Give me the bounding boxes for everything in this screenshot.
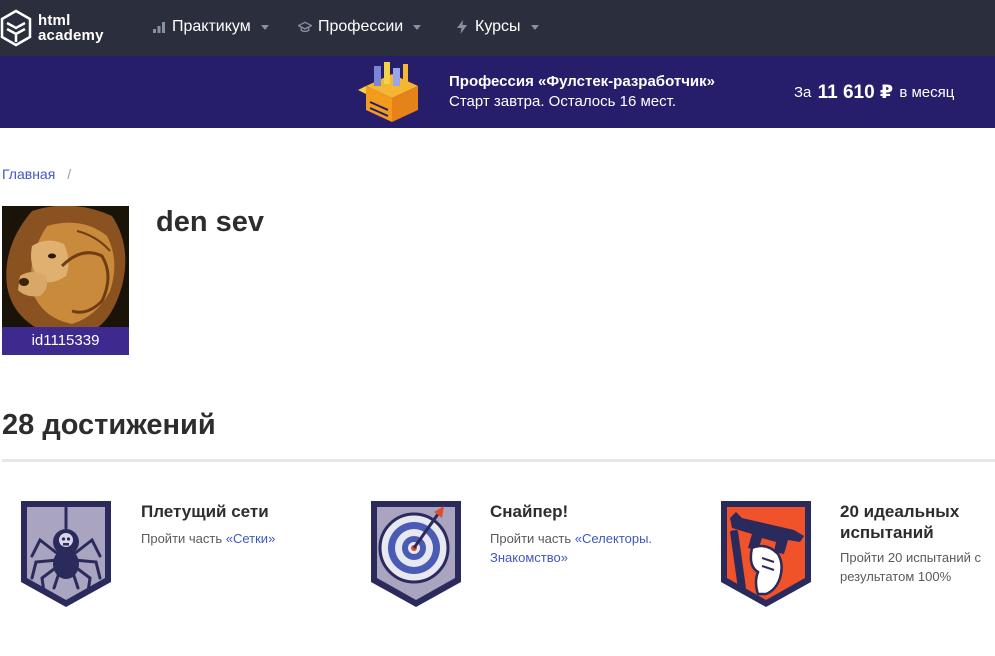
nav-professions[interactable]: Профессии bbox=[298, 16, 422, 38]
chart-bars-icon bbox=[152, 20, 166, 34]
lightning-icon bbox=[455, 20, 469, 34]
promo-banner[interactable]: Профессия «Фулстек-разработчик» Старт за… bbox=[0, 56, 995, 128]
user-name: den sev bbox=[156, 206, 264, 238]
nav-courses[interactable]: Курсы bbox=[455, 16, 539, 38]
nav-courses-label: Курсы bbox=[475, 18, 521, 35]
achievement-title: 20 идеальных испытаний bbox=[840, 502, 960, 542]
achievements-divider bbox=[2, 459, 995, 462]
achievement-desc-text: Пройти часть bbox=[141, 531, 226, 546]
nav-professions-label: Профессии bbox=[318, 18, 404, 35]
banner-subtitle: Старт завтра. Осталось 16 мест. bbox=[449, 93, 677, 110]
achievement-desc-text: Пройти часть bbox=[490, 531, 575, 546]
user-id-label: id1115339 bbox=[2, 327, 129, 355]
achievement-title: Плетущий сети bbox=[141, 502, 269, 521]
logo-text: html academy bbox=[38, 13, 104, 43]
achievement-part-link[interactable]: «Сетки» bbox=[226, 531, 276, 546]
avatar: id1115339 bbox=[2, 206, 129, 355]
achievements-heading: 28 достижений bbox=[2, 409, 216, 441]
logo[interactable]: html academy bbox=[0, 6, 104, 50]
gun-badge-icon[interactable] bbox=[718, 498, 814, 610]
graduation-cap-icon bbox=[298, 20, 312, 34]
logo-line1: html bbox=[38, 12, 71, 29]
achievement-description: Пройти часть «Селекторы. Знакомство» bbox=[490, 529, 690, 567]
logo-line2: academy bbox=[38, 27, 104, 44]
banner-price-prefix: За bbox=[794, 84, 812, 101]
banner-price-value: 11 610 ₽ bbox=[817, 82, 894, 103]
achievement-description: Пройти часть «Сетки» bbox=[141, 529, 321, 548]
breadcrumb-home-link[interactable]: Главная bbox=[2, 166, 55, 182]
nav-praktikum-label: Практикум bbox=[172, 18, 251, 35]
chevron-down-icon bbox=[260, 24, 269, 30]
banner-box-illustration bbox=[358, 62, 418, 122]
target-badge-icon[interactable] bbox=[368, 498, 464, 610]
achievement-description: Пройти 20 испытаний с результатом 100% bbox=[840, 548, 995, 586]
chevron-down-icon bbox=[413, 24, 422, 30]
top-nav: html academy Практикум Профессии Курсы bbox=[0, 0, 995, 56]
achievement-title: Снайпер! bbox=[490, 502, 569, 521]
logo-icon bbox=[0, 9, 32, 47]
banner-price: За 11 610 ₽ в месяц bbox=[794, 80, 954, 103]
breadcrumb: Главная / bbox=[2, 166, 71, 182]
achievement-desc-text: Пройти 20 испытаний с результатом 100% bbox=[840, 550, 981, 584]
nav-praktikum[interactable]: Практикум bbox=[152, 16, 269, 38]
spider-badge-icon[interactable] bbox=[18, 498, 114, 610]
breadcrumb-separator: / bbox=[67, 166, 72, 182]
banner-title: Профессия «Фулстек-разработчик» bbox=[449, 73, 715, 90]
banner-price-suffix: в месяц bbox=[899, 84, 955, 101]
chevron-down-icon bbox=[530, 24, 539, 30]
